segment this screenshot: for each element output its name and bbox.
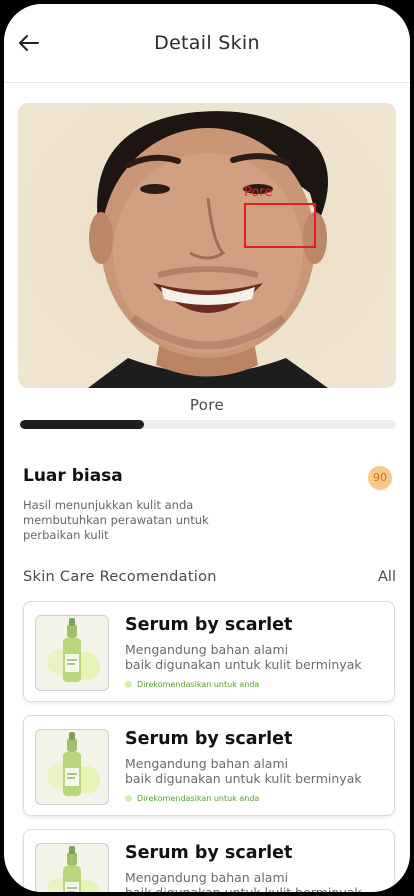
recommended-badge: Direkomendasikan untuk anda [125,794,259,803]
rating-label: Luar biasa [23,466,123,486]
product-card[interactable]: Serum by scarlet Mengandung bahan alami … [23,715,395,816]
product-name: Serum by scarlet [125,729,293,749]
recommended-badge: Direkomendasikan untuk anda [125,680,259,689]
app-header: Detail Skin [4,4,410,83]
product-thumbnail [35,729,109,805]
analysis-progress [20,420,396,429]
face-image [88,111,328,388]
analysis-caption: Pore [189,396,225,414]
product-card[interactable]: Serum by scarlet Mengandung bahan alami … [23,601,395,702]
recommendation-title: Skin Care Recomendation [23,569,217,585]
product-card[interactable]: Serum by scarlet Mengandung bahan alami … [23,829,395,892]
serum-bottle-icon [47,732,100,796]
recommended-dot [125,795,132,802]
phone-frame: Detail Skin Pore Pore Luar biasa 90 Hasi… [0,0,414,896]
serum-bottle-icon [47,846,100,892]
product-description: Mengandung bahan alami baik digunakan un… [125,756,362,786]
product-name: Serum by scarlet [125,843,293,863]
product-description: Mengandung bahan alami baik digunakan un… [125,642,362,672]
skin-photo: Pore [18,103,396,388]
score-badge: 90 [368,466,392,490]
product-description: Mengandung bahan alami baik digunakan un… [125,870,362,892]
see-all-link[interactable]: All [378,569,396,585]
rating-description: Hasil menunjukkan kulit anda membutuhkan… [23,498,209,542]
recommended-dot [125,681,132,688]
page-title: Detail Skin [154,32,260,54]
recommended-text: Direkomendasikan untuk anda [137,794,260,803]
progress-fill [20,420,145,429]
detection-label: Pore [244,185,273,200]
product-thumbnail [35,615,109,691]
product-name: Serum by scarlet [125,615,293,635]
screen: Detail Skin Pore Pore Luar biasa 90 Hasi… [4,4,410,892]
recommended-text: Direkomendasikan untuk anda [137,680,260,689]
detection-box [244,203,316,248]
serum-bottle-icon [47,618,100,682]
product-thumbnail [35,843,109,892]
